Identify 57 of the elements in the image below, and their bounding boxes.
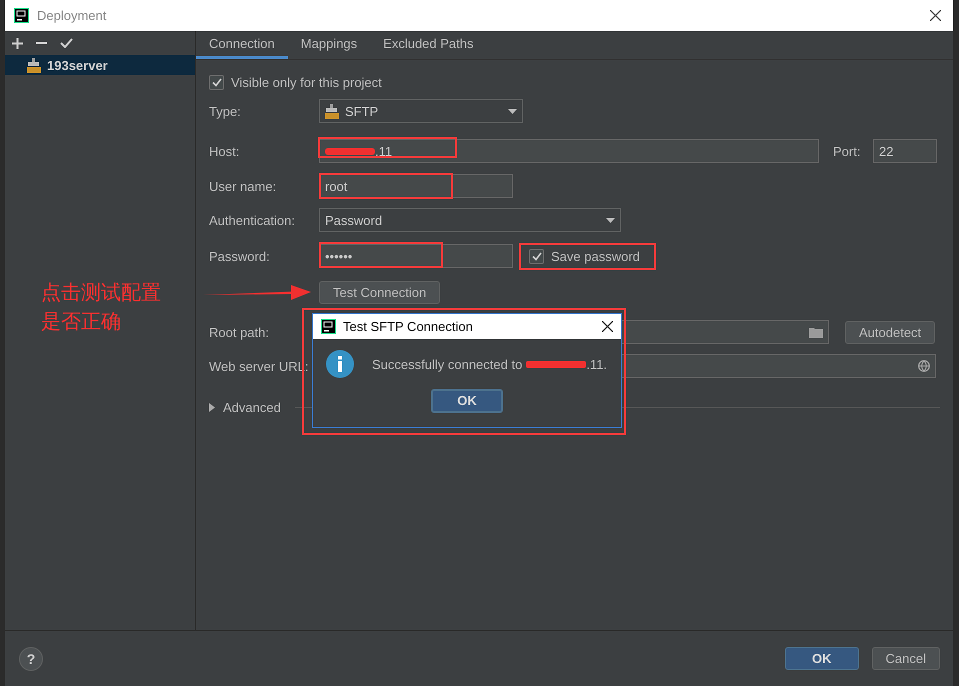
tab[interactable]: Excluded Paths bbox=[370, 31, 486, 59]
ok-button[interactable]: OK bbox=[431, 389, 503, 413]
checkbox-label: Save password bbox=[551, 248, 640, 264]
caret-icon bbox=[508, 108, 517, 114]
info-icon bbox=[326, 350, 354, 378]
checkbox[interactable] bbox=[529, 248, 544, 264]
window-title: Deployment bbox=[37, 8, 106, 23]
close-icon[interactable] bbox=[930, 10, 941, 21]
field-label: Password: bbox=[209, 248, 271, 264]
annotation-text: 点击测试配置 bbox=[41, 281, 161, 306]
checkmark-icon bbox=[212, 78, 222, 86]
cancel-button[interactable]: Cancel bbox=[872, 647, 940, 670]
tab[interactable]: Connection bbox=[196, 31, 288, 59]
field-value: root bbox=[325, 178, 348, 194]
field-value: 22 bbox=[879, 144, 894, 158]
ok-button[interactable]: OK bbox=[785, 647, 859, 670]
authentication-dropdown[interactable]: Password bbox=[319, 208, 621, 232]
host-field[interactable]: .11 bbox=[319, 139, 819, 163]
dialog-title: Test SFTP Connection bbox=[343, 319, 473, 334]
password-field[interactable]: •••••• bbox=[319, 244, 513, 268]
dropdown-value: Password bbox=[325, 212, 382, 228]
dialog-message: .11. bbox=[586, 356, 608, 372]
server-name: 193server bbox=[47, 58, 108, 72]
dropdown-value: SFTP bbox=[345, 104, 378, 118]
field-label: Type: bbox=[209, 104, 242, 118]
user-name-field[interactable]: root bbox=[319, 174, 513, 198]
checkmark-icon bbox=[532, 252, 542, 260]
globe-icon[interactable] bbox=[918, 360, 930, 372]
app-logo-icon bbox=[321, 319, 336, 334]
field-value: •••••• bbox=[325, 248, 352, 264]
close-icon[interactable] bbox=[602, 321, 613, 332]
field-label: Authentication: bbox=[209, 212, 296, 228]
caret-icon bbox=[606, 218, 615, 222]
port-field[interactable]: 22 bbox=[873, 139, 937, 163]
section-label[interactable]: Advanced bbox=[223, 400, 281, 414]
server-icon bbox=[325, 104, 339, 118]
checkbox-label: Visible only for this project bbox=[231, 74, 382, 90]
annotation-text: 是否正确 bbox=[41, 310, 121, 335]
check-icon[interactable] bbox=[60, 38, 73, 48]
field-label: Port: bbox=[833, 144, 862, 158]
field-label: Host: bbox=[209, 144, 240, 158]
folder-icon[interactable] bbox=[809, 326, 823, 338]
field-label: Root path: bbox=[209, 324, 270, 340]
app-logo-icon bbox=[14, 8, 29, 23]
expand-arrow-icon[interactable] bbox=[209, 402, 215, 412]
tab[interactable]: Mappings bbox=[288, 31, 370, 59]
field-label: User name: bbox=[209, 178, 278, 194]
help-button[interactable]: ? bbox=[19, 646, 43, 670]
checkbox[interactable] bbox=[209, 74, 224, 90]
add-icon[interactable] bbox=[12, 38, 23, 48]
field-value: .11 bbox=[375, 144, 392, 158]
server-item[interactable]: 193server bbox=[5, 55, 195, 75]
test-connection-button[interactable]: Test Connection bbox=[319, 280, 440, 304]
dialog-message: Successfully connected to bbox=[372, 356, 522, 372]
type-dropdown[interactable]: SFTP bbox=[319, 99, 523, 123]
server-icon bbox=[27, 58, 41, 72]
autodetect-button[interactable]: Autodetect bbox=[845, 320, 936, 344]
